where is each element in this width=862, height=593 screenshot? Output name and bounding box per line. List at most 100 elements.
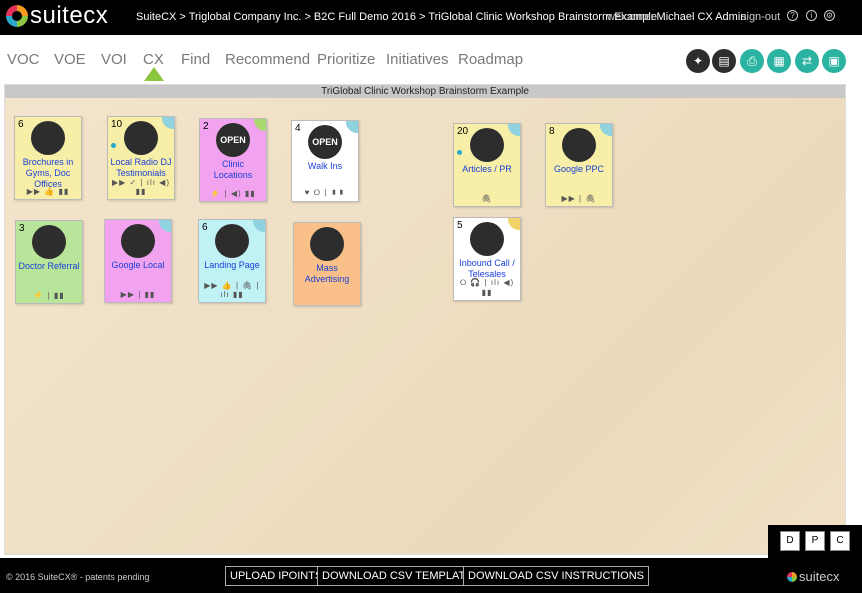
help-icon[interactable]: ?: [787, 10, 798, 21]
radio-icon: [124, 121, 158, 155]
upload-ipoints-button[interactable]: UPLOAD IPOINTS: [225, 566, 328, 586]
nav-item-voe[interactable]: VOE: [54, 51, 86, 68]
card-corner-tag: [508, 218, 520, 230]
card-count: 6: [202, 222, 208, 233]
card-label[interactable]: Google PPC: [548, 164, 610, 175]
canvas-title: TriGlobal Clinic Workshop Brainstorm Exa…: [5, 85, 845, 98]
web-icon: [121, 224, 155, 258]
card-attribute-icons: 🖇: [481, 194, 493, 203]
ipoint-card[interactable]: 8 Google PPC ▶▶ | 🖇: [545, 123, 613, 207]
card-count: 5: [457, 220, 463, 231]
storyboard-icon[interactable]: ▤: [712, 49, 736, 73]
welcome-text: welcome: Michael CX Admin: [607, 11, 746, 23]
refresh-icon: [32, 225, 66, 259]
nav-item-roadmap[interactable]: Roadmap: [458, 51, 523, 68]
card-attribute-icons: ♥ ⭘ | ▮▮: [304, 188, 346, 197]
active-nav-indicator: [144, 67, 164, 81]
copyright-text: © 2016 SuiteCX® - patents pending: [6, 572, 150, 582]
card-attribute-icons: ⚡ | ▮▮: [33, 291, 65, 300]
card-label[interactable]: Mass Advertising: [296, 263, 358, 285]
open-sign-icon: OPEN: [216, 123, 250, 157]
footer-gear-icon: [787, 571, 797, 582]
ipoint-card[interactable]: 3 Doctor Referral ⚡ | ▮▮: [15, 220, 83, 304]
print-icon[interactable]: ⎙: [740, 49, 764, 73]
view-c-button[interactable]: C: [830, 531, 850, 551]
nav-item-voi[interactable]: VOI: [101, 51, 127, 68]
export-icon[interactable]: ⇄: [795, 49, 819, 73]
ipoint-card[interactable]: 10 Local Radio DJ Testimonials ▶▶ ✓ | ılı …: [107, 116, 175, 200]
open-sign-icon: OPEN: [308, 125, 342, 159]
card-label[interactable]: Brochures in Gyms, Doc Offices: [17, 157, 79, 190]
nav-item-recommend[interactable]: Recommend: [225, 51, 310, 68]
card-label[interactable]: Articles / PR: [456, 164, 518, 175]
footer: © 2016 SuiteCX® - patents pending UPLOAD…: [0, 558, 862, 593]
card-attribute-icons: ▶▶ 👍 ▮▮: [26, 187, 70, 196]
footer-logo: suitecx: [787, 569, 839, 584]
nav-item-voc[interactable]: VOC: [7, 51, 40, 68]
web-icon: [215, 224, 249, 258]
card-corner-tag: [600, 124, 612, 136]
view-toggle: D P C: [768, 525, 862, 558]
card-count: 20: [457, 126, 469, 137]
status-dot: [111, 143, 116, 148]
card-label[interactable]: Landing Page: [201, 260, 263, 271]
map-icon: [31, 121, 65, 155]
user-name: Michael CX Admin: [656, 11, 747, 23]
ipoint-card[interactable]: 6 Landing Page ▶▶ 👍 | 🖇 | ılı ▮▮: [198, 219, 266, 303]
status-dot: [457, 150, 462, 155]
download-csv-template-button[interactable]: DOWNLOAD CSV TEMPLATE: [317, 566, 478, 586]
breadcrumb[interactable]: SuiteCX > Triglobal Company Inc. > B2C F…: [136, 11, 657, 23]
info-icon[interactable]: i: [806, 10, 817, 21]
card-attribute-icons: ▶▶ | ▮▮: [120, 290, 156, 299]
card-label[interactable]: Doctor Referral: [18, 261, 80, 272]
headset-icon: [470, 222, 504, 256]
card-count: 4: [295, 123, 301, 134]
download-csv-instructions-button[interactable]: DOWNLOAD CSV INSTRUCTIONS: [463, 566, 650, 586]
ipoint-card[interactable]: 2 OPEN Clinic Locations ⚡ | ◀) ▮▮: [199, 118, 267, 202]
card-label[interactable]: Inbound Call / Telesales: [456, 258, 518, 280]
card-label[interactable]: Local Radio DJ Testimonials: [110, 157, 172, 179]
ipoint-card[interactable]: Google Local ▶▶ | ▮▮: [104, 219, 172, 303]
card-label[interactable]: Clinic Locations: [202, 159, 264, 181]
breadcrumb-text[interactable]: SuiteCX > Triglobal Company Inc. > B2C F…: [136, 11, 657, 23]
ipoint-card[interactable]: Mass Advertising: [293, 222, 361, 306]
card-attribute-icons: ⚡ | ◀) ▮▮: [210, 189, 256, 198]
welcome-prefix: welcome:: [607, 11, 654, 23]
card-label[interactable]: Google Local: [107, 260, 169, 271]
nav-item-find[interactable]: Find: [181, 51, 210, 68]
nav-item-cx[interactable]: CX: [143, 51, 164, 68]
nav-item-initiatives[interactable]: Initiatives: [386, 51, 449, 68]
card-attribute-icons: ▶▶ | 🖇: [561, 194, 597, 203]
web-icon: [562, 128, 596, 162]
settings-icon[interactable]: ⚙: [824, 10, 835, 21]
nav-item-prioritize[interactable]: Prioritize: [317, 51, 375, 68]
footer-brand: suitecx: [799, 569, 840, 584]
card-attribute-icons: ▶▶ ✓ | ılı ◀) ▮▮: [111, 178, 170, 196]
ipoint-card[interactable]: 6 Brochures in Gyms, Doc Offices ▶▶ 👍 ▮▮: [14, 116, 82, 200]
pin-icon[interactable]: ✦: [686, 49, 710, 73]
grid-icon[interactable]: ▦: [767, 49, 791, 73]
logo-gear-icon: [6, 5, 28, 27]
card-count: 8: [549, 126, 555, 137]
card-corner-tag: [346, 121, 358, 133]
view-d-button[interactable]: D: [780, 531, 800, 551]
view-p-button[interactable]: P: [805, 531, 825, 551]
card-count: 10: [111, 119, 123, 130]
card-attribute-icons: ⭘ 🎧 | ılı ◀) ▮▮: [459, 278, 515, 297]
card-corner-tag: [508, 124, 520, 136]
media-icon: [310, 227, 344, 261]
card-corner-tag: [253, 220, 265, 232]
card-count: 6: [18, 119, 24, 130]
ipoint-card[interactable]: 20 Articles / PR 🖇: [453, 123, 521, 207]
card-corner-tag: [254, 119, 266, 131]
suitecx-logo[interactable]: suitecx: [6, 2, 108, 30]
book-icon: [470, 128, 504, 162]
card-label[interactable]: Walk Ins: [294, 161, 356, 172]
sign-out-link[interactable]: sign-out: [741, 11, 780, 23]
ipoint-card[interactable]: 4 OPEN Walk Ins ♥ ⭘ | ▮▮: [291, 120, 359, 202]
filter-icon[interactable]: ▣: [822, 49, 846, 73]
card-attribute-icons: ▶▶ 👍 | 🖇 | ılı ▮▮: [204, 281, 260, 299]
top-bar: suitecx SuiteCX > Triglobal Company Inc.…: [0, 0, 862, 35]
card-corner-tag: [159, 220, 171, 232]
ipoint-card[interactable]: 5 Inbound Call / Telesales ⭘ 🎧 | ılı ◀) ▮▮: [453, 217, 521, 301]
